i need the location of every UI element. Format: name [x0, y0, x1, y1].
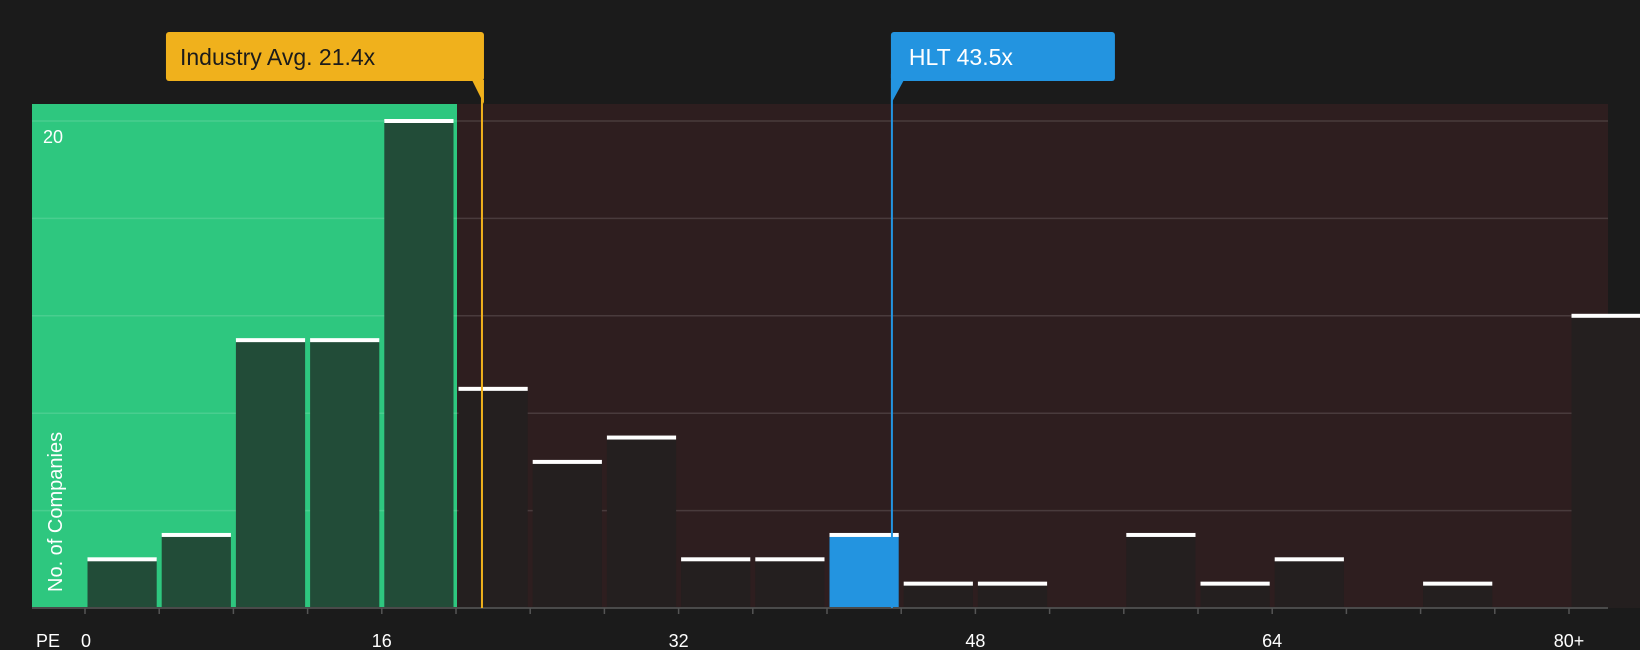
bar [681, 559, 751, 608]
bar-cap [87, 557, 157, 562]
bar-cap [1571, 313, 1640, 318]
bar-cap [606, 435, 677, 440]
bar-cap [1423, 581, 1493, 586]
bar [161, 534, 231, 608]
bar-cap [1274, 557, 1344, 562]
bar-cap [1200, 581, 1270, 586]
bar [384, 121, 454, 608]
industry-avg-label: Industry Avg. 21.4x [180, 44, 376, 70]
bar-cap [977, 581, 1048, 586]
bar [606, 437, 677, 608]
company-pe-label: HLT 43.5x [909, 44, 1013, 70]
bar-cap [755, 557, 825, 562]
y-axis-title: No. of Companies [45, 432, 67, 592]
x-tick-label: 48 [965, 631, 985, 650]
industry-avg-pointer [471, 80, 484, 104]
bar [235, 340, 306, 608]
x-tick-label: 64 [1262, 631, 1282, 650]
bar-cap [829, 532, 899, 537]
bar-cap [458, 386, 528, 391]
bar-cap [384, 119, 454, 123]
bar [1571, 315, 1640, 608]
bar [1423, 583, 1493, 608]
bar-cap [681, 557, 751, 562]
bar-cap [532, 459, 602, 464]
bar [1274, 559, 1344, 608]
bar-cap [310, 338, 380, 343]
x-axis-title: PE [36, 631, 60, 650]
bar [903, 583, 973, 608]
bar [87, 559, 157, 608]
x-tick-label: 0 [81, 631, 91, 650]
bar-cap [235, 338, 306, 343]
bar-cap [1126, 532, 1196, 537]
pe-distribution-chart: 0 16 32 48 64 80+ PE 20 No. of Companies Industry… [32, 32, 1640, 650]
y-tick-label: 20 [43, 127, 63, 147]
bar [977, 583, 1048, 608]
x-tick-label: 32 [669, 631, 689, 650]
x-tick-label: 16 [372, 631, 392, 650]
bar-cap [161, 532, 231, 537]
bar-cap [903, 581, 973, 586]
bar [458, 388, 528, 608]
x-tick-label: 80+ [1554, 631, 1585, 650]
bar [532, 461, 602, 608]
bar [755, 559, 825, 608]
bar [1200, 583, 1270, 608]
bar [310, 340, 380, 608]
bar-highlight-company [829, 534, 899, 608]
bar [1126, 534, 1196, 608]
